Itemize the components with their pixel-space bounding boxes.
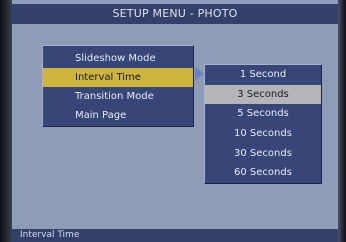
- setup-menu: Slideshow Mode Interval Time Transition …: [42, 45, 194, 127]
- interval-option-3s[interactable]: 3 Seconds: [205, 84, 321, 105]
- tv-screen: SETUP MENU - PHOTO Slideshow Mode Interv…: [0, 0, 346, 242]
- chevron-right-icon: [195, 67, 204, 81]
- interval-option-5s[interactable]: 5 Seconds: [205, 104, 321, 124]
- interval-option-30s[interactable]: 30 Seconds: [205, 144, 321, 164]
- menu-item-interval-time[interactable]: Interval Time: [43, 68, 193, 87]
- menu-item-main-page[interactable]: Main Page: [43, 106, 193, 125]
- menu-title: SETUP MENU - PHOTO: [12, 4, 338, 24]
- interval-option-60s[interactable]: 60 Seconds: [205, 163, 321, 183]
- interval-option-1s[interactable]: 1 Second: [205, 65, 321, 85]
- screen-bezel-left: [0, 0, 12, 242]
- interval-option-10s[interactable]: 10 Seconds: [205, 124, 321, 144]
- menu-item-slideshow-mode[interactable]: Slideshow Mode: [43, 49, 193, 68]
- menu-item-transition-mode[interactable]: Transition Mode: [43, 87, 193, 106]
- interval-submenu: 1 Second 3 Seconds 5 Seconds 10 Seconds …: [204, 64, 322, 184]
- screen-bezel-right: [338, 0, 346, 242]
- status-bar: Interval Time: [12, 229, 338, 242]
